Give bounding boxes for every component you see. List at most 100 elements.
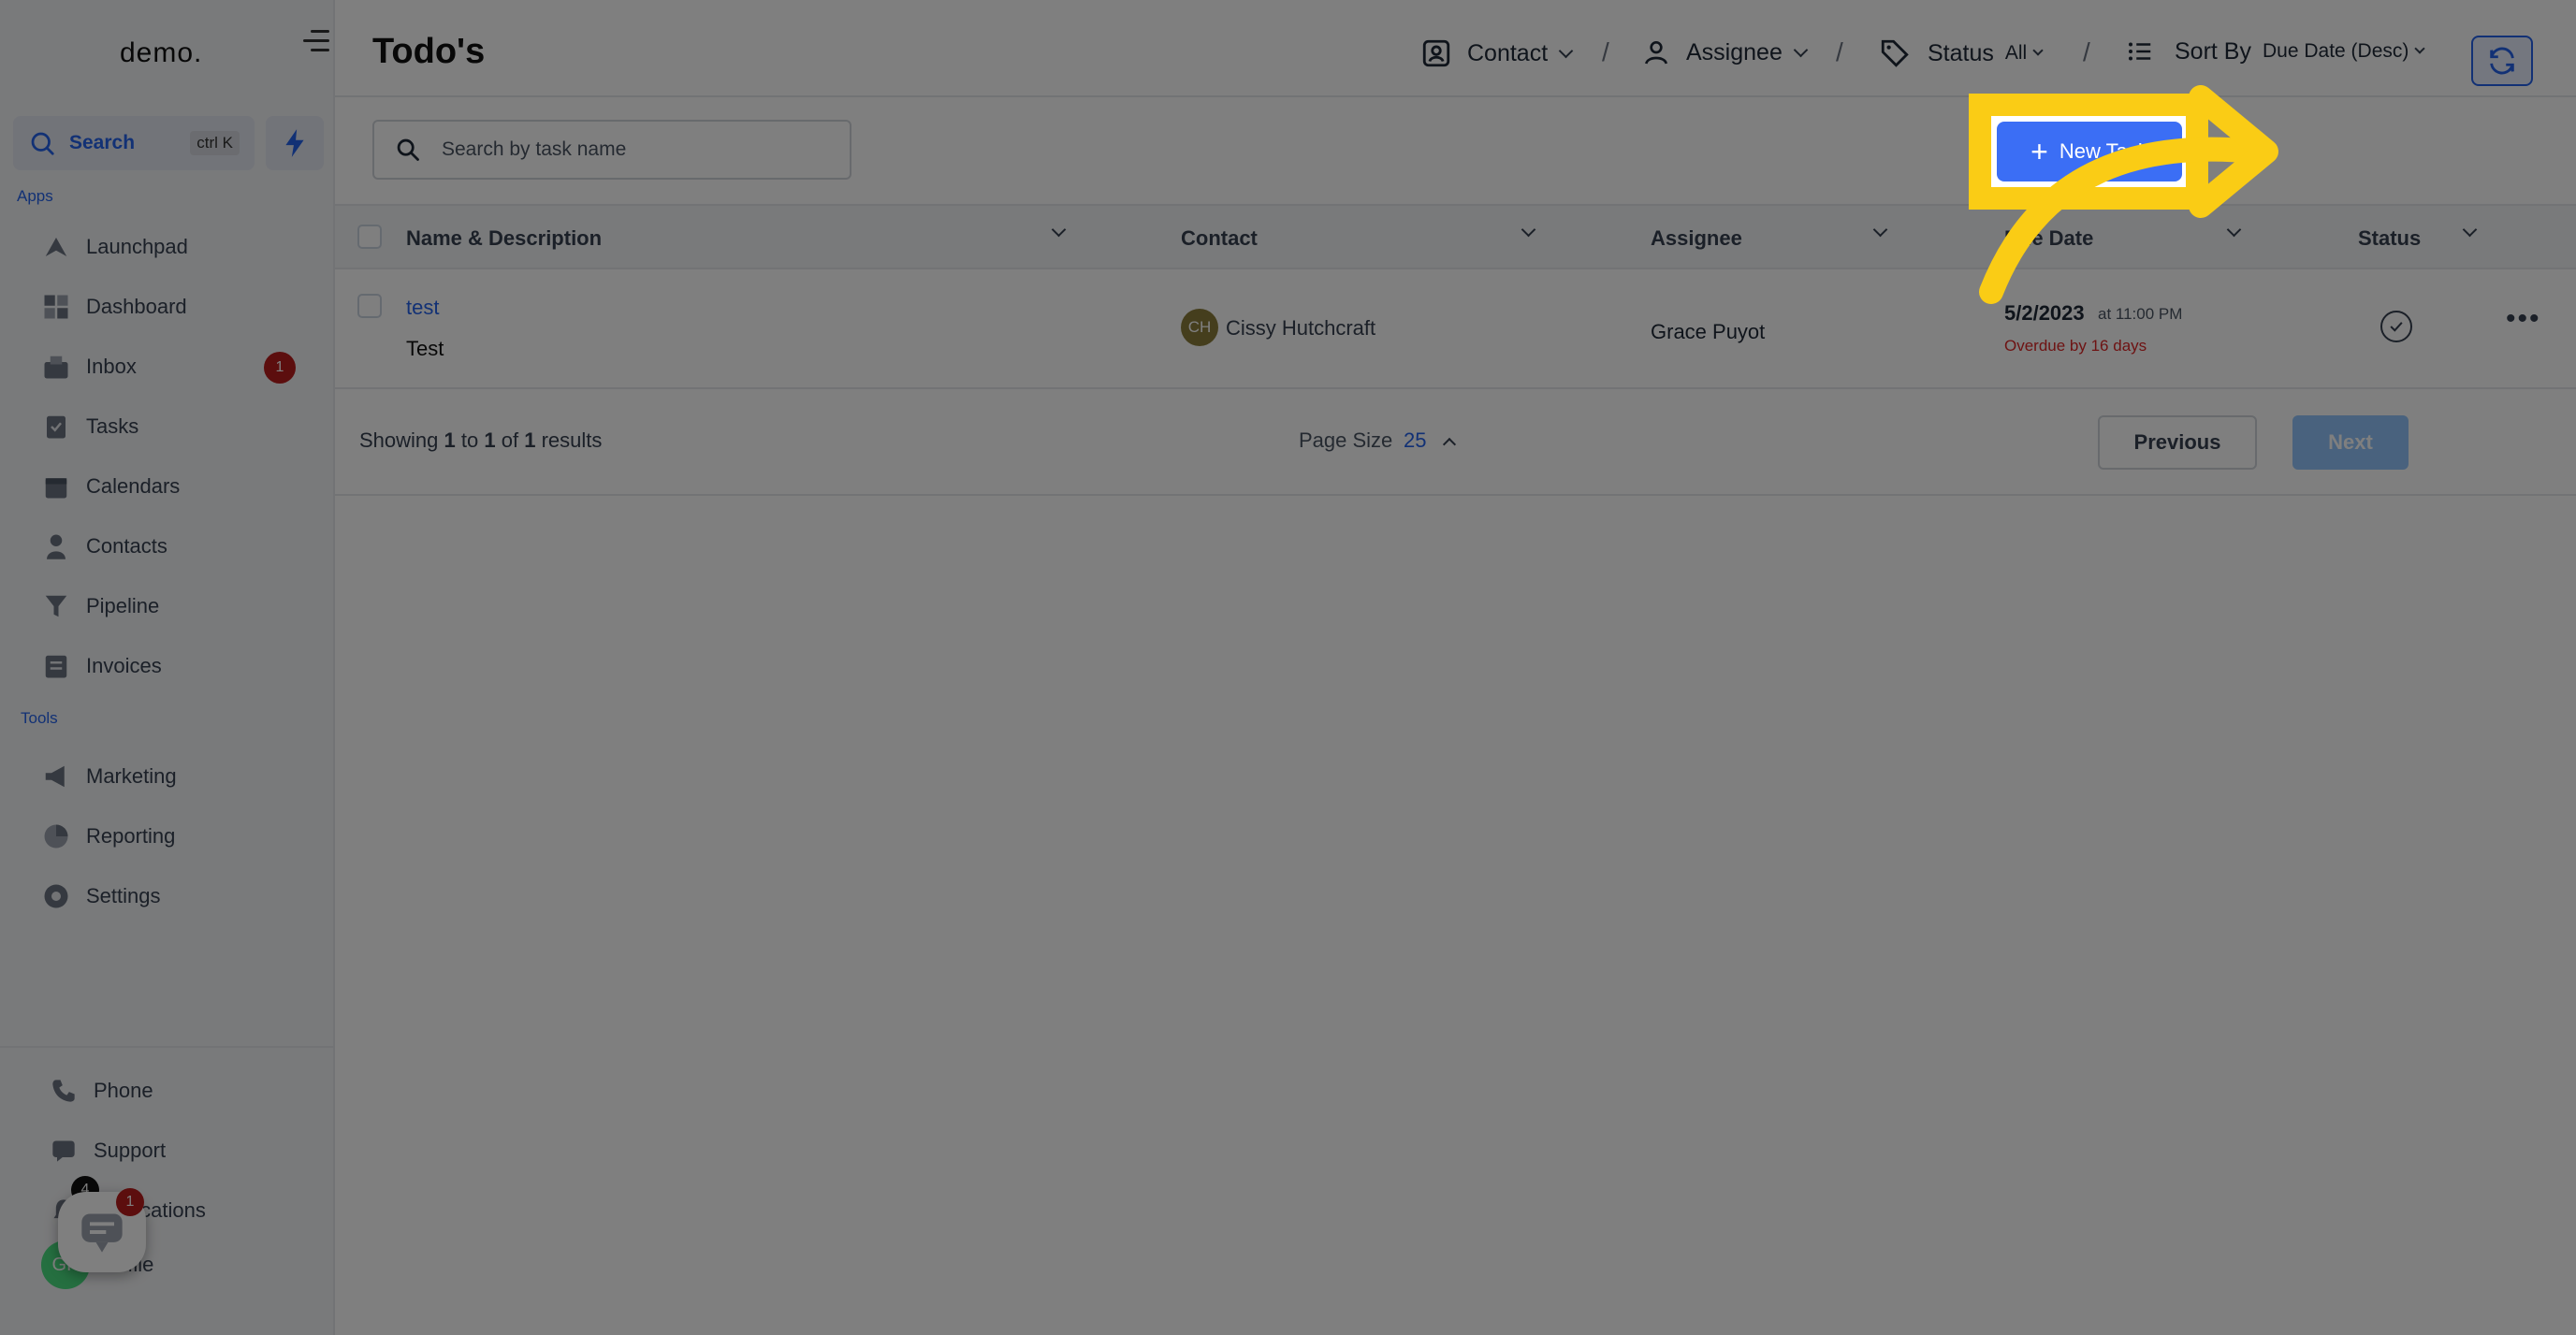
next-page-button[interactable]: Next [2292,415,2409,470]
tools-section-label: Tools [21,709,58,727]
sidebar-item-phone[interactable]: Phone [49,1067,153,1115]
chevron-down-icon[interactable] [1051,222,1067,238]
contact-name[interactable]: Cissy Hutchcraft [1226,316,1375,341]
grid-icon [41,292,71,322]
contact-filter-dropdown[interactable]: Contact [1420,37,1574,69]
assignee-name: Grace Puyot [1651,320,1766,343]
invoice-icon [41,651,71,681]
plus-icon: + [2030,135,2048,168]
sidebar-item-label: Pipeline [86,594,160,617]
sidebar-item-settings[interactable]: Settings [41,872,161,921]
sidebar-item-label: Reporting [86,824,176,848]
sidebar-item-label: Support [94,1139,167,1162]
sidebar-item-support[interactable]: Support [49,1126,166,1175]
task-name-link[interactable]: test [406,296,439,320]
quick-actions-button[interactable] [266,116,324,170]
sidebar-item-invoices[interactable]: Invoices [41,642,162,690]
overdue-label: Overdue by 16 days [2004,337,2147,355]
collapse-sidebar-icon[interactable] [301,28,329,54]
sidebar-item-inbox[interactable]: Inbox [41,342,137,391]
sort-label: Sort By [2175,37,2251,65]
sidebar-item-label: Contacts [86,534,167,558]
column-header-assignee[interactable]: Assignee [1651,226,1742,251]
more-options-icon[interactable]: ••• [2506,303,2541,335]
sidebar-item-launchpad[interactable]: Launchpad [41,223,188,271]
sidebar-item-label: Tasks [86,414,139,438]
sidebar-item-calendars[interactable]: Calendars [41,462,180,511]
task-description: Test [406,337,444,360]
sidebar-item-tasks[interactable]: Tasks [41,402,138,451]
new-task-button[interactable]: + New Task [1997,122,2182,181]
chevron-down-icon[interactable] [1872,222,1888,238]
column-header-contact[interactable]: Contact [1181,226,1258,251]
sort-value: Due Date (Desc) [2262,40,2409,62]
results-total: 1 [524,428,536,452]
mark-complete-button[interactable] [2380,311,2412,342]
person-icon [41,531,71,561]
chevron-down-icon [1558,43,1574,58]
inbox-icon [41,352,71,382]
task-search-field[interactable] [372,120,851,180]
due-date: 5/2/2023 [2004,301,2085,325]
chevron-down-icon [2032,45,2044,56]
task-search-input[interactable] [442,138,835,161]
status-filter-value: All [2004,42,2028,64]
page-size-label: Page Size [1299,428,1393,452]
filter-icon [41,591,71,621]
rocket-icon [41,232,71,262]
column-header-status[interactable]: Status [2358,226,2421,251]
megaphone-icon [41,762,71,791]
inbox-badge: 1 [264,352,296,384]
phone-icon [49,1076,79,1106]
chevron-down-icon[interactable] [1521,222,1536,238]
previous-page-button[interactable]: Previous [2098,415,2257,470]
to-word: to [460,428,479,452]
filter-separator: / [1602,37,1609,66]
tag-icon [1881,39,1909,67]
column-header-name[interactable]: Name & Description [406,226,602,251]
assignee-filter-dropdown[interactable]: Assignee [1641,37,1809,67]
status-filter-label: Status [1928,39,1994,66]
global-search-button[interactable]: Search ctrl K [13,116,255,170]
results-from: 1 [444,428,456,452]
select-all-checkbox[interactable] [357,225,382,249]
showing-prefix: Showing [359,428,439,452]
main-content: Todo's Contact / Assignee / Status All /… [335,0,2576,1335]
filter-separator: / [2083,37,2090,66]
sidebar-item-contacts[interactable]: Contacts [41,522,167,571]
contact-filter-label: Contact [1467,39,1549,66]
sidebar-item-pipeline[interactable]: Pipeline [41,582,159,631]
chevron-down-icon[interactable] [2226,222,2242,238]
contact-card-icon [1422,39,1450,67]
pie-chart-icon [41,821,71,851]
chat-widget-badge: 1 [116,1188,144,1216]
chevron-up-icon[interactable] [1442,437,1457,452]
refresh-button[interactable] [2471,36,2533,86]
table-footer: Showing 1 to 1 of 1 results Page Size 25… [335,389,2576,496]
page-size-select[interactable]: 25 [1404,428,1426,453]
table-row[interactable]: test Test CH Cissy Hutchcraft Grace Puyo… [335,269,2576,389]
search-shortcut: ctrl K [190,131,240,155]
check-icon [2390,322,2403,332]
sidebar-item-label: Invoices [86,654,162,677]
sort-dropdown[interactable]: Sort By Due Date (Desc) [2126,37,2426,65]
search-label: Search [69,132,136,153]
sidebar-item-reporting[interactable]: Reporting [41,812,175,861]
search-icon [397,138,419,161]
sidebar-item-dashboard[interactable]: Dashboard [41,283,187,331]
status-filter-dropdown[interactable]: Status All [1879,37,2044,69]
column-header-due-date[interactable]: Due Date [2004,226,2093,251]
calendar-icon [41,472,71,501]
sidebar-item-label: Calendars [86,474,181,498]
chevron-down-icon[interactable] [2462,222,2478,238]
page-title: Todo's [372,32,486,71]
filter-separator: / [1836,37,1843,66]
user-icon [1645,41,1667,65]
sidebar-item-label: Dashboard [86,295,187,318]
sidebar-item-label: Launchpad [86,235,188,258]
results-word: results [541,428,603,452]
refresh-icon [2490,47,2514,75]
row-checkbox[interactable] [357,294,382,318]
sidebar-item-marketing[interactable]: Marketing [41,752,177,801]
chat-bubble-icon [81,1213,123,1253]
